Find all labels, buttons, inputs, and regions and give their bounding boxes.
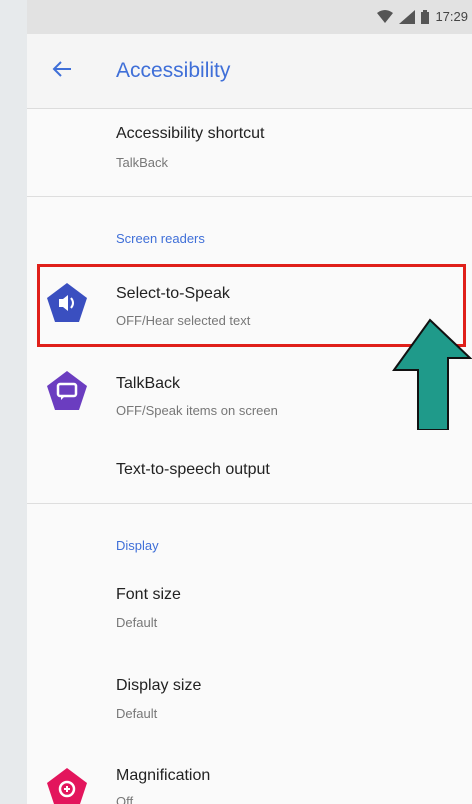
magnification-subtitle: Off xyxy=(116,794,134,804)
tts-title: Text-to-speech output xyxy=(116,461,270,478)
font-size-title: Font size xyxy=(116,586,181,603)
talkback-subtitle: OFF/Speak items on screen xyxy=(116,403,278,418)
section-header-screen-readers: Screen readers xyxy=(116,231,205,246)
font-size-subtitle: Default xyxy=(116,615,158,630)
shortcut-title: Accessibility shortcut xyxy=(116,125,265,142)
status-bar: 17:29 xyxy=(27,0,472,34)
section-header-display: Display xyxy=(116,538,159,553)
pointer-arrow-icon xyxy=(392,318,472,430)
display-size-subtitle: Default xyxy=(116,706,158,721)
talkback-icon xyxy=(47,371,87,410)
divider xyxy=(27,196,472,197)
signal-icon xyxy=(399,9,416,24)
talkback-title: TalkBack xyxy=(116,375,181,392)
arrow-back-icon[interactable] xyxy=(49,56,75,82)
battery-icon xyxy=(421,9,430,24)
app-bar: Accessibility xyxy=(27,34,472,109)
shortcut-subtitle: TalkBack xyxy=(116,155,169,170)
display-size-title: Display size xyxy=(116,677,202,694)
status-time: 17:29 xyxy=(435,9,468,24)
divider xyxy=(27,503,472,504)
magnification-title: Magnification xyxy=(116,767,211,784)
page-title: Accessibility xyxy=(116,59,231,82)
wifi-icon xyxy=(377,9,394,23)
magnification-icon xyxy=(47,768,87,804)
